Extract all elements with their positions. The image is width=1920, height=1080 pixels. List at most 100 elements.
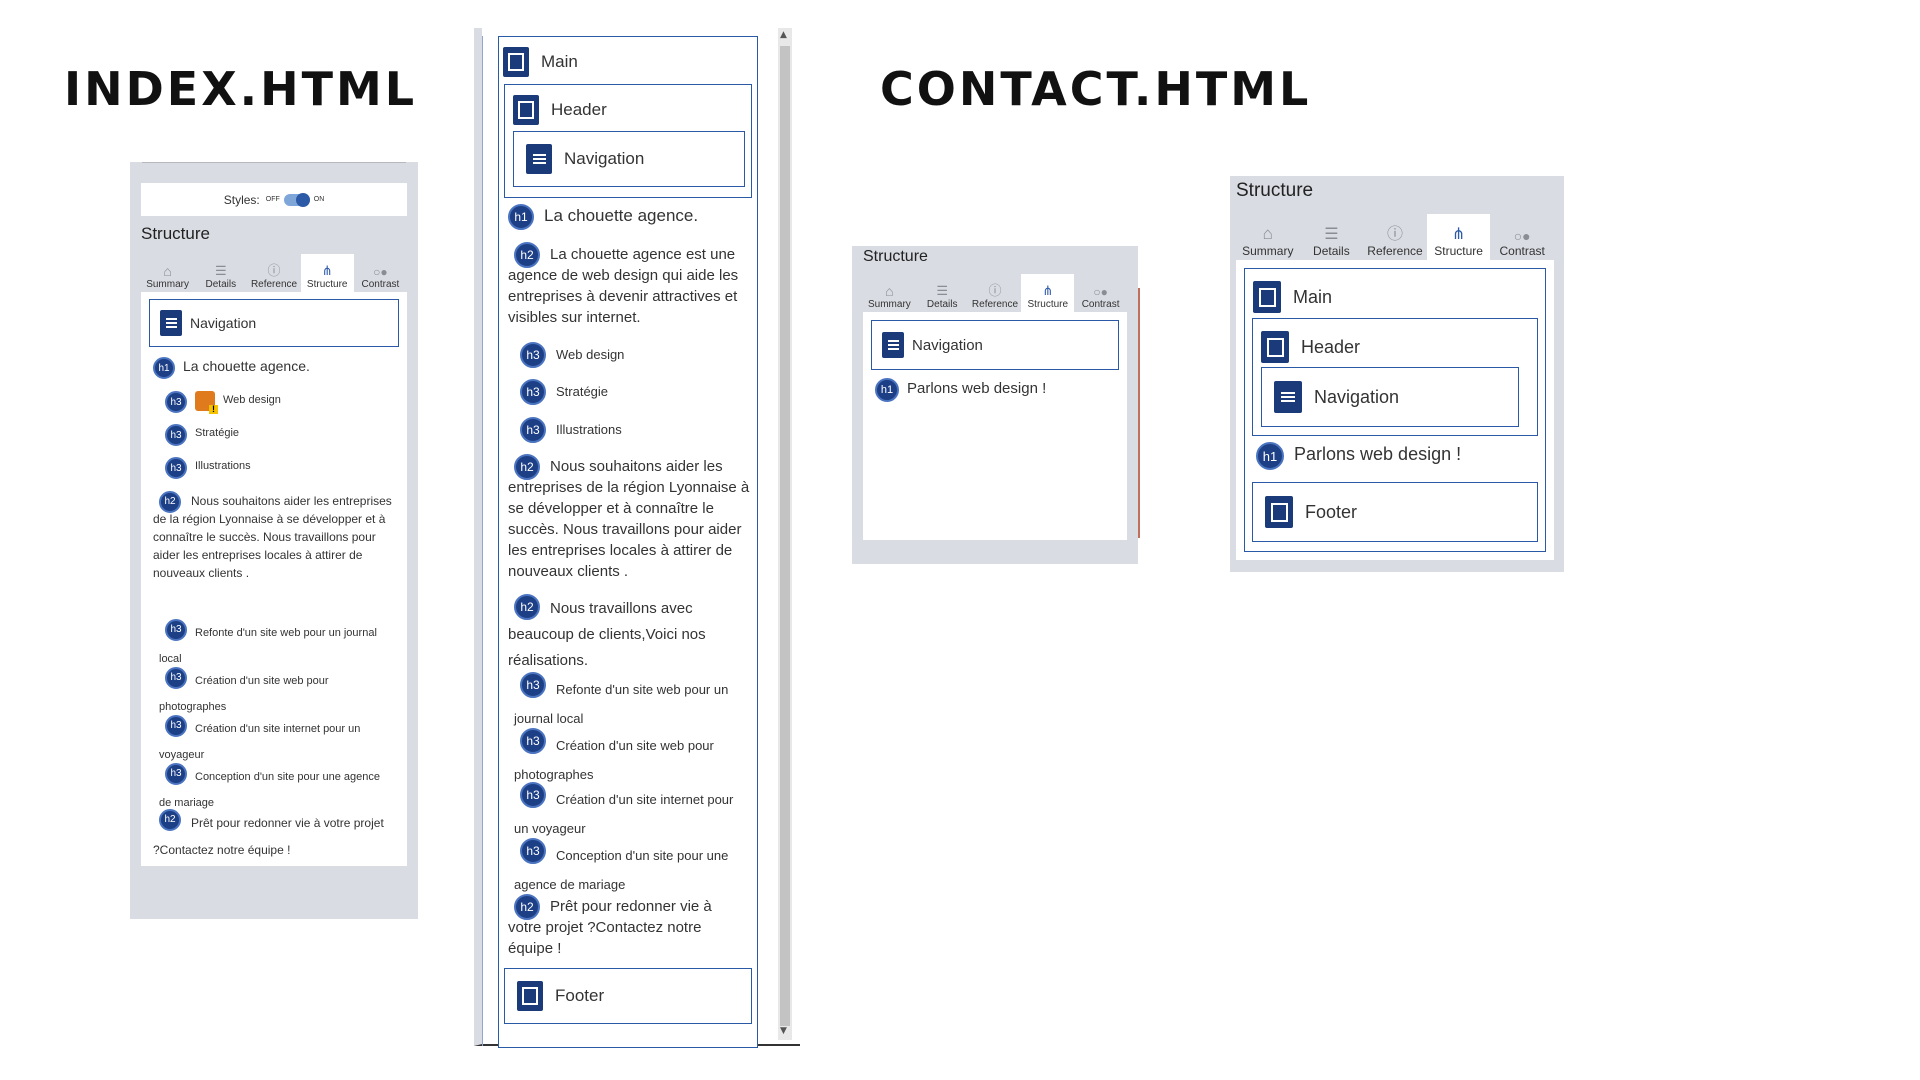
landmark-header[interactable]: Header Navigation: [504, 84, 752, 198]
header-icon: [1261, 331, 1289, 363]
tab-reference[interactable]: ⓘ Reference: [1363, 214, 1427, 260]
edge-line: [1138, 288, 1140, 538]
scroll-up-arrow[interactable]: ▲: [780, 30, 787, 40]
tab-details[interactable]: ☰ Details: [194, 254, 247, 292]
navigation-icon: [882, 332, 904, 358]
tab-contrast[interactable]: ○● Contrast: [354, 254, 407, 292]
heading-h2-text[interactable]: La chouette agence est une agence de web…: [508, 244, 754, 328]
toggle-off-label: OFF: [265, 196, 280, 203]
heading-h1[interactable]: h1 Parlons web design !: [875, 378, 1046, 402]
heading-h3-text[interactable]: Création d'un site web pour photographes: [159, 668, 389, 720]
structure-list: Navigation h1 Parlons web design !: [863, 312, 1127, 540]
heading-h3[interactable]: h3 Web design: [520, 342, 624, 368]
contrast-icon: ○●: [373, 265, 388, 279]
heading-h2-text[interactable]: Prêt pour redonner vie à votre projet ?C…: [508, 896, 742, 959]
footer-icon: [1265, 496, 1293, 528]
h3-badge: h3: [165, 391, 187, 413]
tab-summary[interactable]: ⌂ Summary: [863, 274, 916, 312]
landmark-navigation[interactable]: Navigation: [871, 320, 1119, 370]
heading-h3[interactable]: h3 Stratégie: [520, 379, 608, 405]
structure-icon: ⋔: [321, 263, 333, 278]
h3-badge: h3: [520, 342, 546, 368]
toggle-on-label: ON: [313, 196, 325, 203]
contrast-icon: ○●: [1093, 285, 1108, 299]
section-title: Structure: [141, 224, 210, 243]
scroll-down-arrow[interactable]: ▼: [780, 1026, 787, 1036]
contact-title: CONTACT.HTML: [880, 62, 1312, 116]
heading-h3-text[interactable]: Conception d'un site pour une agence de …: [159, 764, 389, 816]
tab-details[interactable]: ☰ Details: [916, 274, 969, 312]
heading-h3-text[interactable]: Création d'un site internet pour un voya…: [514, 785, 744, 843]
structure-list: Main Header Navigation h1 Parlons web de…: [1236, 260, 1554, 560]
navigation-icon: [1274, 381, 1302, 413]
home-icon: ⌂: [1262, 224, 1273, 243]
tab-contrast[interactable]: ○● Contrast: [1074, 274, 1127, 312]
tab-bar: ⌂ Summary ☰ Details ⓘ Reference ⋔ Structure …: [141, 254, 407, 292]
info-icon: ⓘ: [988, 283, 1002, 298]
divider: [142, 162, 406, 164]
h3-badge: h3: [165, 457, 187, 479]
contrast-icon: ○●: [1513, 228, 1531, 244]
styles-toggle[interactable]: [283, 192, 310, 207]
h1-badge: h1: [1256, 442, 1284, 470]
heading-h1[interactable]: h1 La chouette agence.: [153, 357, 403, 379]
tab-structure[interactable]: ⋔ Structure: [300, 254, 354, 292]
list-icon: ☰: [214, 263, 227, 278]
heading-h1[interactable]: h1 La chouette agence.: [508, 204, 698, 230]
landmark-header[interactable]: Header Navigation: [1252, 318, 1538, 436]
landmark-navigation[interactable]: Navigation: [513, 131, 745, 187]
tab-summary[interactable]: ⌂ Summary: [1236, 214, 1300, 260]
tab-reference[interactable]: ⓘ Reference: [247, 254, 300, 292]
h3-badge: h3: [165, 424, 187, 446]
heading-h1[interactable]: h1 Parlons web design !: [1256, 442, 1461, 470]
wave-panel-contact-small: Structure ⌂ Summary ☰ Details ⓘ Reference ⋔…: [852, 246, 1140, 564]
h3-badge: h3: [520, 379, 546, 405]
navigation-icon: [160, 310, 182, 336]
heading-h3[interactable]: h3 Illustrations: [520, 417, 622, 443]
heading-h3-text[interactable]: Refonte d'un site web pour un journal lo…: [514, 675, 750, 733]
heading-h2-text[interactable]: Nous souhaitons aider les entreprises de…: [153, 492, 399, 582]
list-icon: ☰: [936, 283, 949, 298]
tab-bar: ⌂ Summary ☰ Details ⓘ Reference ⋔ Structure …: [1236, 214, 1554, 260]
h1-badge: h1: [875, 378, 899, 402]
tab-summary[interactable]: ⌂ Summary: [141, 254, 194, 292]
scroll-thumb[interactable]: [780, 46, 790, 1026]
heading-h2-text[interactable]: Prêt pour redonner vie à votre projet ?C…: [153, 810, 393, 864]
heading-h3[interactable]: h3 Illustrations: [165, 457, 395, 479]
heading-h3-text[interactable]: Création d'un site web pour photographes: [514, 731, 750, 789]
heading-h3-text[interactable]: Création d'un site internet pour un voya…: [159, 716, 393, 768]
h3-badge: h3: [520, 417, 546, 443]
h1-badge: h1: [508, 204, 534, 230]
styles-label: Styles:: [223, 192, 260, 207]
wave-panel-index-small: Styles: OFF ON Structure ⌂ Summary ☰ Detai…: [130, 162, 418, 919]
heading-h3[interactable]: h3 Web design: [165, 391, 395, 414]
landmark-navigation[interactable]: Navigation: [149, 299, 399, 347]
header-icon: [513, 95, 539, 125]
navigation-icon: [526, 144, 552, 174]
footer-icon: [517, 981, 543, 1011]
heading-h3-text[interactable]: Conception d'un site pour une agence de …: [514, 841, 750, 899]
heading-h2-text[interactable]: Nous souhaitons aider les entreprises de…: [508, 456, 758, 582]
wave-panel-index-tall: Main Header Navigation h1 La chouette ag…: [474, 28, 800, 1048]
tab-structure[interactable]: ⋔ Structure: [1426, 214, 1491, 260]
list-icon: ☰: [1324, 226, 1339, 243]
landmark-footer[interactable]: Footer: [504, 968, 752, 1024]
heading-h3-text[interactable]: Refonte d'un site web pour un journal lo…: [159, 620, 389, 672]
tab-details[interactable]: ☰ Details: [1300, 214, 1364, 260]
landmark-navigation[interactable]: Navigation: [1261, 367, 1519, 427]
landmark-footer[interactable]: Footer: [1252, 482, 1538, 542]
tab-reference[interactable]: ⓘ Reference: [969, 274, 1022, 312]
structure-icon: ⋔: [1042, 283, 1054, 298]
wave-panel-contact-large: Structure ⌂ Summary ☰ Details ⓘ Reference ⋔…: [1230, 176, 1564, 572]
index-title: INDEX.HTML: [64, 62, 418, 116]
heading-h3[interactable]: h3 Stratégie: [165, 424, 395, 446]
main-icon: [503, 47, 529, 77]
heading-h2-text[interactable]: Nous travaillons avec beaucoup de client…: [508, 596, 754, 674]
section-title: Structure: [1236, 180, 1314, 201]
home-icon: ⌂: [163, 263, 172, 279]
scrollbar[interactable]: ▲ ▼: [778, 28, 792, 1040]
styles-toggle-box: Styles: OFF ON: [141, 183, 407, 216]
tab-contrast[interactable]: ○● Contrast: [1490, 214, 1554, 260]
tab-structure[interactable]: ⋔ Structure: [1021, 274, 1075, 312]
main-icon: [1253, 281, 1281, 313]
